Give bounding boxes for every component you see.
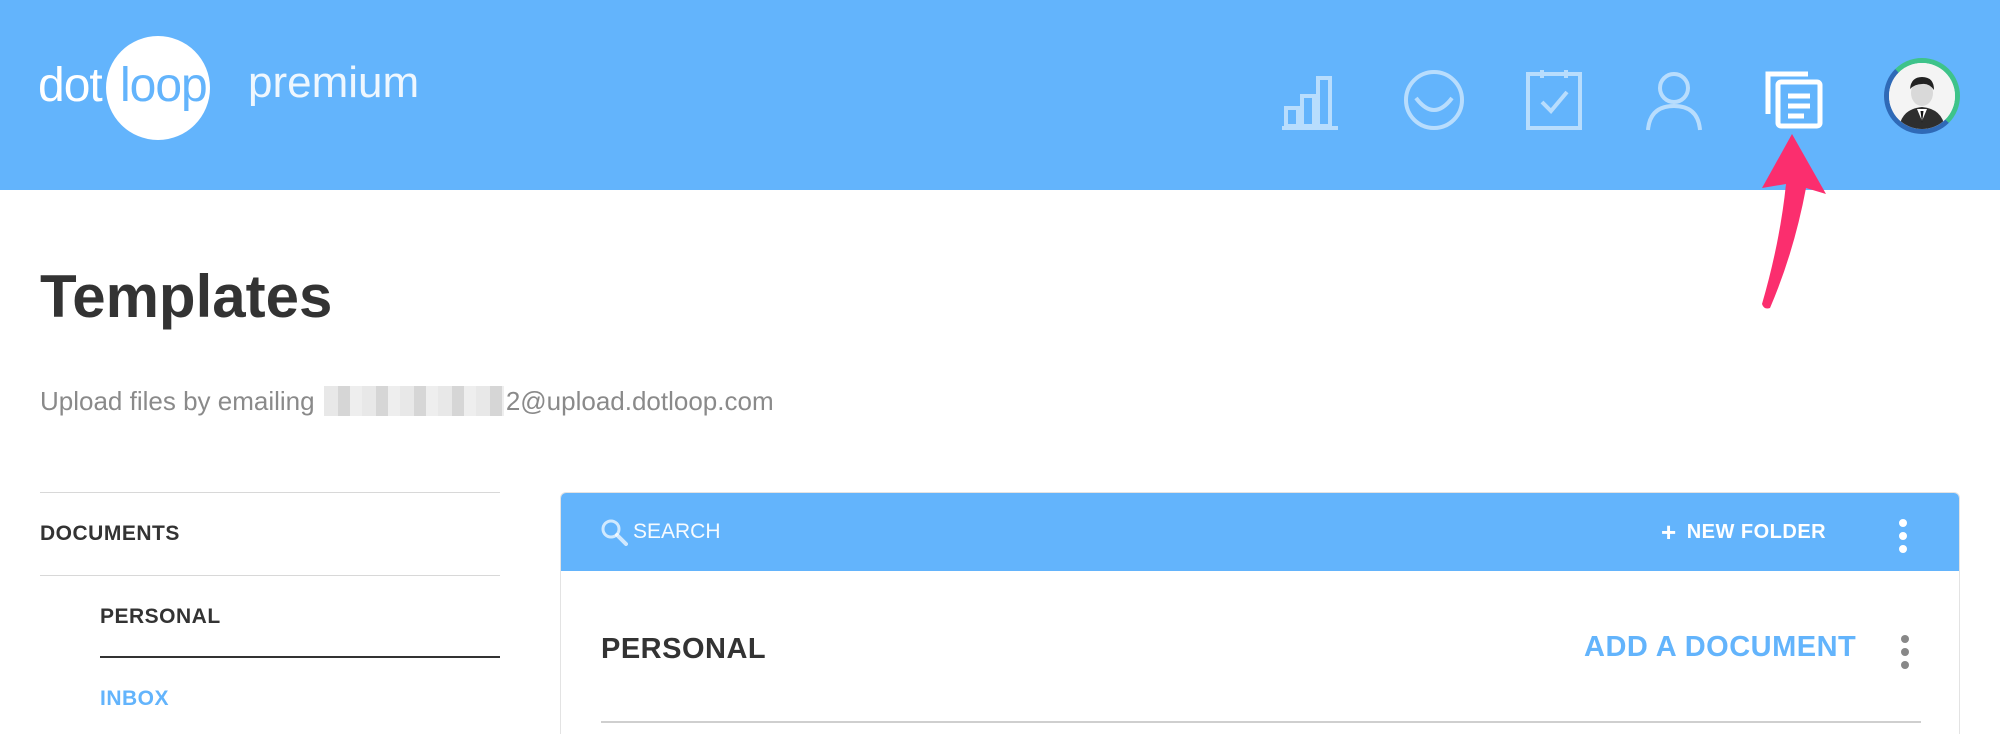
- sidebar-item-personal[interactable]: PERSONAL: [100, 576, 500, 658]
- templates-icon[interactable]: [1762, 68, 1826, 132]
- sidebar-heading-documents[interactable]: DOCUMENTS: [40, 493, 500, 575]
- templates-panel: + NEW FOLDER PERSONAL ADD A DOCUMENT: [560, 492, 1960, 734]
- sidebar-item-inbox[interactable]: INBOX: [100, 658, 500, 734]
- search-box[interactable]: [599, 517, 933, 547]
- new-folder-button[interactable]: + NEW FOLDER: [1661, 515, 1826, 549]
- search-input[interactable]: [633, 520, 933, 544]
- upload-prefix-text: Upload files by emailing: [40, 386, 322, 416]
- user-avatar[interactable]: [1884, 58, 1960, 134]
- plus-icon: +: [1661, 517, 1677, 547]
- reports-icon[interactable]: [1280, 68, 1344, 132]
- dotloop-logo[interactable]: dot loop premium: [38, 36, 438, 140]
- top-navigation-bar: dot loop premium: [0, 0, 2000, 190]
- folder-title-personal: PERSONAL: [601, 633, 767, 665]
- page-title: Templates: [40, 263, 333, 330]
- new-folder-label: NEW FOLDER: [1686, 520, 1827, 543]
- panel-toolbar: + NEW FOLDER: [561, 493, 1959, 571]
- logo-text-loop: loop: [120, 59, 208, 112]
- redacted-email-part: [323, 386, 504, 416]
- tasks-icon[interactable]: [1522, 68, 1586, 132]
- annotation-arrow-icon: [1762, 134, 1826, 309]
- folder-divider: [601, 721, 1921, 723]
- logo-text-dot: dot: [38, 59, 103, 112]
- upload-email-suffix: 2@upload.dotloop.com: [505, 386, 774, 416]
- add-document-button[interactable]: ADD A DOCUMENT: [1584, 631, 1856, 664]
- upload-email-instructions: Upload files by emailing 2@upload.dotloo…: [40, 386, 774, 417]
- loops-icon[interactable]: [1402, 68, 1466, 132]
- logo-edition-label: premium: [248, 58, 420, 107]
- toolbar-more-options-icon[interactable]: [1897, 519, 1909, 553]
- folder-more-options-icon[interactable]: [1899, 635, 1911, 669]
- documents-sidebar: DOCUMENTS PERSONAL INBOX: [40, 492, 500, 734]
- contacts-icon[interactable]: [1642, 68, 1706, 132]
- search-icon: [601, 519, 628, 546]
